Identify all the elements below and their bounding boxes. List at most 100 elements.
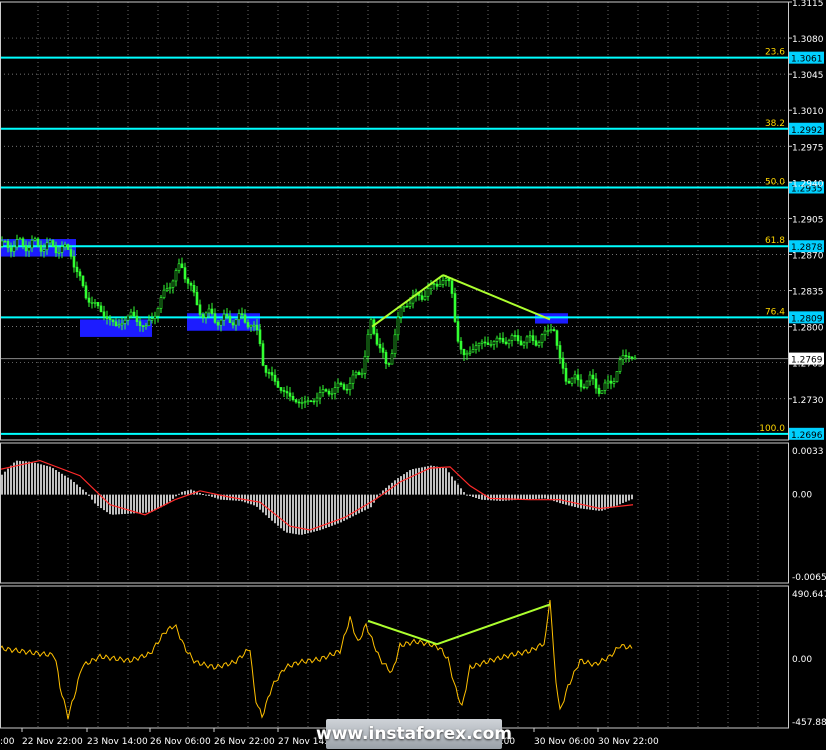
macd-bar [547,494,549,500]
macd-bar [166,494,168,504]
candle-body [198,304,202,315]
candle-body [582,386,586,389]
candle-body [345,388,349,391]
y-tick-label: 1.3010 [792,107,824,117]
candle-body [549,329,553,332]
candle-body [153,315,157,319]
macd-bar [4,471,6,495]
candle-body [306,400,310,403]
macd-bar [157,494,159,509]
candle-body [282,390,286,392]
macd-bar [298,494,300,535]
macd-bar [247,494,249,504]
candle-body [558,345,562,359]
macd-bar [154,494,156,511]
macd-bar [70,479,72,495]
candle-body [90,301,94,304]
macd-bar [43,465,45,495]
candle-body [297,401,301,404]
macd-bar [463,492,465,495]
macd-bar [526,494,528,500]
macd-bar [403,474,405,495]
candle-body [489,344,493,346]
candle-body [375,333,379,345]
candle-body [366,334,370,357]
macd-bar [85,492,87,495]
macd-bar [25,461,27,495]
candle-body [273,374,277,382]
macd-bar [304,494,306,534]
candle-body [246,322,250,328]
macd-bar [214,494,216,498]
candle-body [480,341,484,344]
watermark-logo: www.instaforex.com [316,719,512,749]
macd-bar [454,480,456,495]
candle-body [324,389,328,392]
macd-bar [136,494,138,514]
macd-bar [409,470,411,495]
y-tick-label: 1.2835 [792,288,824,298]
candle-body [159,297,163,309]
x-tick-label: 30 Nov 22:00 [598,737,659,747]
macd-bar [1,474,3,495]
candle-body [504,341,508,345]
macd-bar [226,494,228,501]
macd-bar [58,471,60,495]
macd-bar [160,494,162,508]
candle-body [33,238,37,241]
candle-body [537,342,541,346]
candle-body [93,301,97,304]
panel-frames [0,1,789,729]
macd-bar [283,494,285,531]
macd-bar [325,494,327,529]
macd-bar [211,494,213,497]
candle-body [162,289,166,298]
candle-body [603,382,607,391]
fib-level-label: 50.0 [765,178,785,188]
macd-bar [271,494,273,521]
candle-body [468,351,472,354]
macd-bar [610,494,612,508]
candle-body [255,324,259,331]
candle-body [258,329,262,344]
macd-bar [436,466,438,495]
candle-body [570,377,574,384]
y-tick-label: 1.2975 [792,143,824,153]
macd-bar [67,477,69,495]
macd-bar [106,494,108,513]
macd-bar [64,475,66,495]
candle-body [279,387,283,391]
candle-body [477,343,481,347]
macd-bar [328,494,330,527]
candle-body [486,342,490,345]
candle-body [522,342,526,346]
candle-body [171,280,175,288]
macd-bar [544,494,546,499]
macd-bar [418,467,420,495]
macd-panel [0,459,634,535]
candle-body [102,311,106,317]
macd-bar [94,494,96,504]
macd-bar [529,494,531,500]
macd-bar [310,494,312,533]
macd-bar [307,494,309,534]
macd-bar [127,494,129,514]
macd-bar [541,494,543,499]
candle-body [312,400,316,403]
candle-body [621,355,625,361]
candle-body [63,244,67,247]
candle-body [132,311,136,317]
candle-body [252,324,256,327]
macd-bar [313,494,315,532]
candle-body [234,319,238,326]
candle-body [399,307,403,318]
candle-body [594,378,598,389]
macd-bar [412,469,414,495]
macd-bar [79,487,81,495]
macd-bar [55,470,57,495]
candle-body [360,372,364,376]
candle-body [459,340,463,350]
candle-body [423,296,427,300]
macd-bar [493,494,495,501]
candle-body [618,359,622,372]
